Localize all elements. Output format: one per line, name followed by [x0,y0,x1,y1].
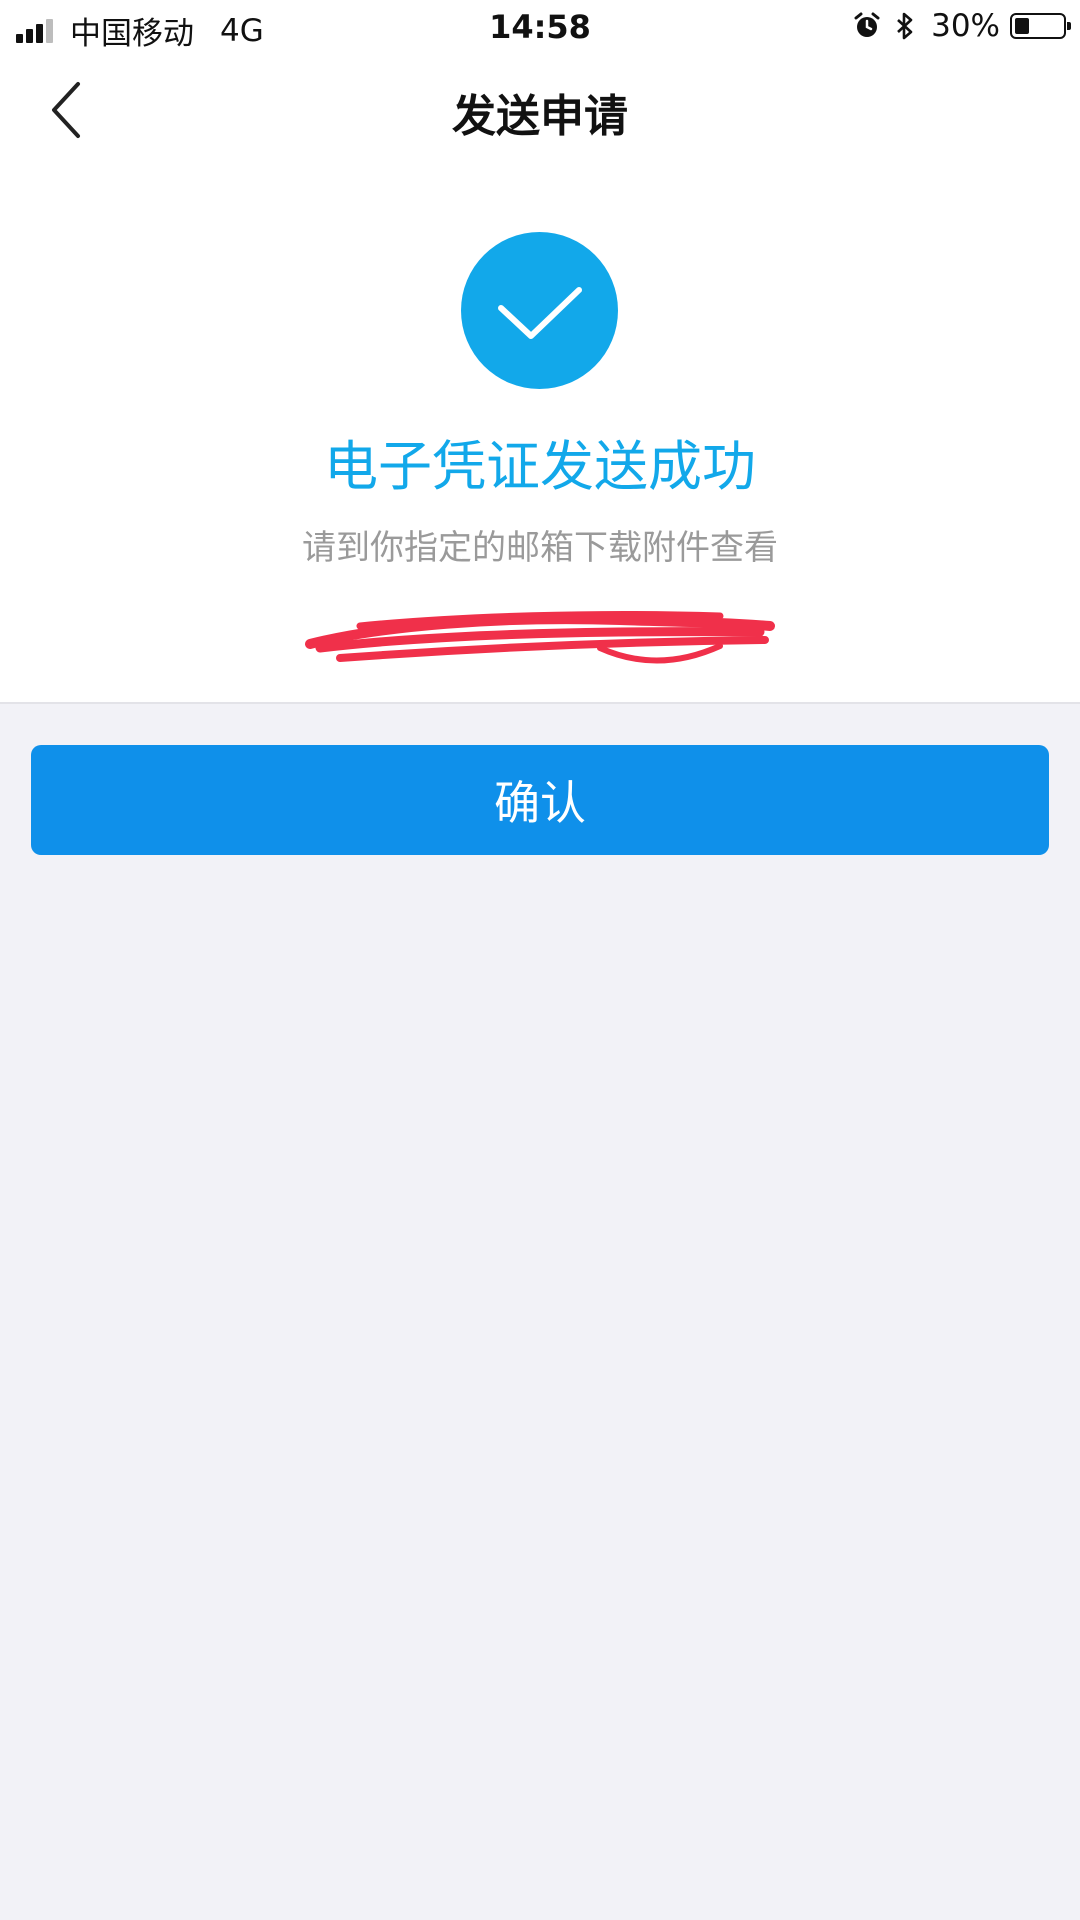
battery-percent: 30% [931,8,1000,44]
navigation-bar: 发送申请 [0,54,1080,166]
redaction-scribble [305,610,775,664]
status-right: 30% [853,8,1071,44]
alarm-icon [854,12,880,37]
success-description: 请到你指定的邮箱下载附件查看 [302,528,778,568]
result-card: 电子凭证发送成功 请到你指定的邮箱下载附件查看 [0,166,1080,704]
battery-level [1015,18,1029,34]
bluetooth-icon [897,12,913,40]
checkmark-icon [498,287,582,339]
screen: 中国移动 4G 14:58 30% 发送申请 电子凭证发送成功 请到你指定的邮箱… [0,0,1080,1920]
status-bar: 中国移动 4G 14:58 30% [0,0,1080,54]
page-title: 发送申请 [452,91,628,142]
success-badge [461,232,618,389]
confirm-button[interactable]: 确认 [31,745,1049,855]
success-title: 电子凭证发送成功 [324,435,756,498]
battery-icon [1010,13,1071,39]
